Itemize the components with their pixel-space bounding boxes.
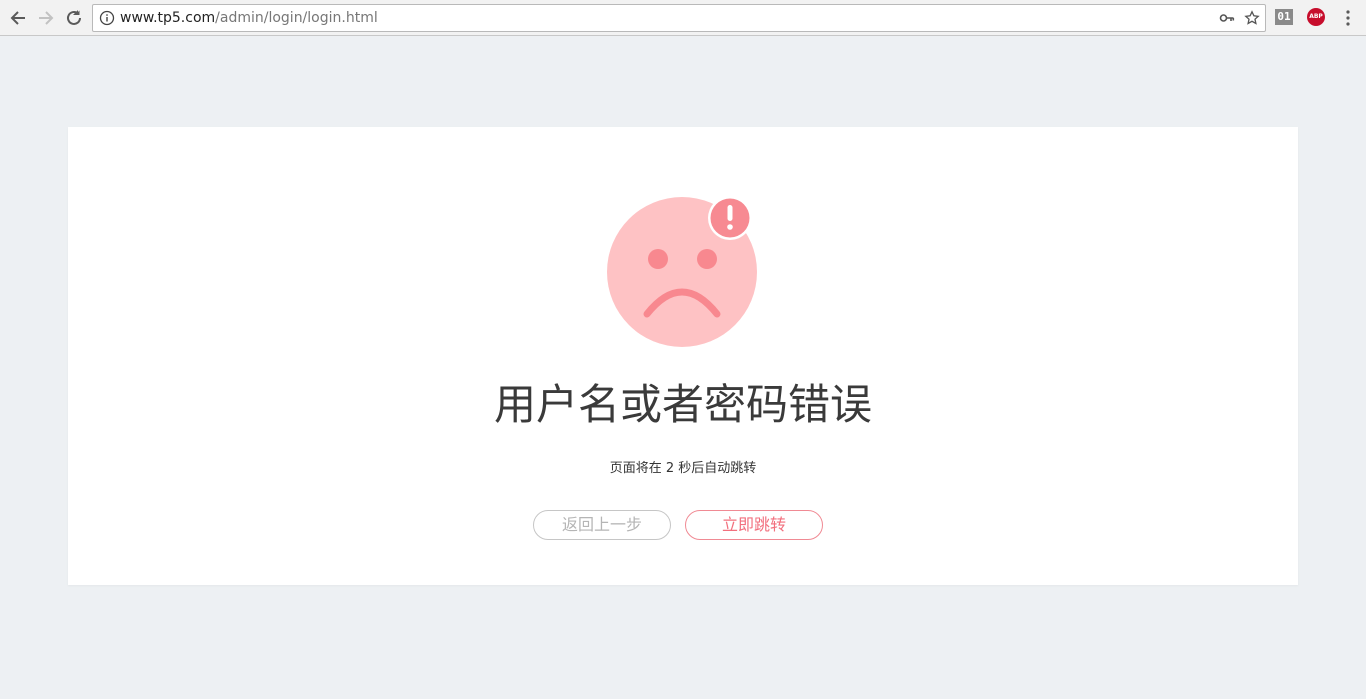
- url-host: www.tp5.com: [120, 10, 216, 26]
- menu-icon[interactable]: [1340, 9, 1356, 27]
- back-button[interactable]: 返回上一步: [533, 510, 671, 540]
- url-path: /admin/login/login.html: [215, 10, 378, 26]
- extension-01-icon[interactable]: 01: [1275, 9, 1293, 25]
- forward-arrow-icon[interactable]: [35, 7, 57, 29]
- exclamation-badge-icon: [708, 196, 752, 240]
- adblock-plus-icon[interactable]: ABP: [1307, 8, 1325, 26]
- address-bar[interactable]: www.tp5.com/admin/login/login.html: [92, 4, 1266, 32]
- sad-face-icon: [607, 196, 757, 347]
- browser-toolbar: www.tp5.com/admin/login/login.html 01 AB…: [0, 0, 1366, 36]
- redirect-notice: 页面将在 2 秒后自动跳转: [609, 461, 757, 476]
- reload-icon[interactable]: [63, 7, 85, 29]
- key-icon[interactable]: [1219, 10, 1235, 26]
- url-text[interactable]: www.tp5.com/admin/login/login.html: [120, 5, 378, 31]
- back-arrow-icon[interactable]: [7, 7, 29, 29]
- star-icon[interactable]: [1244, 10, 1260, 26]
- error-title: 用户名或者密码错误: [493, 380, 872, 429]
- info-icon[interactable]: [99, 10, 115, 26]
- error-card: 用户名或者密码错误 页面将在 2 秒后自动跳转 返回上一步 立即跳转: [68, 127, 1298, 585]
- jump-now-button[interactable]: 立即跳转: [685, 510, 823, 540]
